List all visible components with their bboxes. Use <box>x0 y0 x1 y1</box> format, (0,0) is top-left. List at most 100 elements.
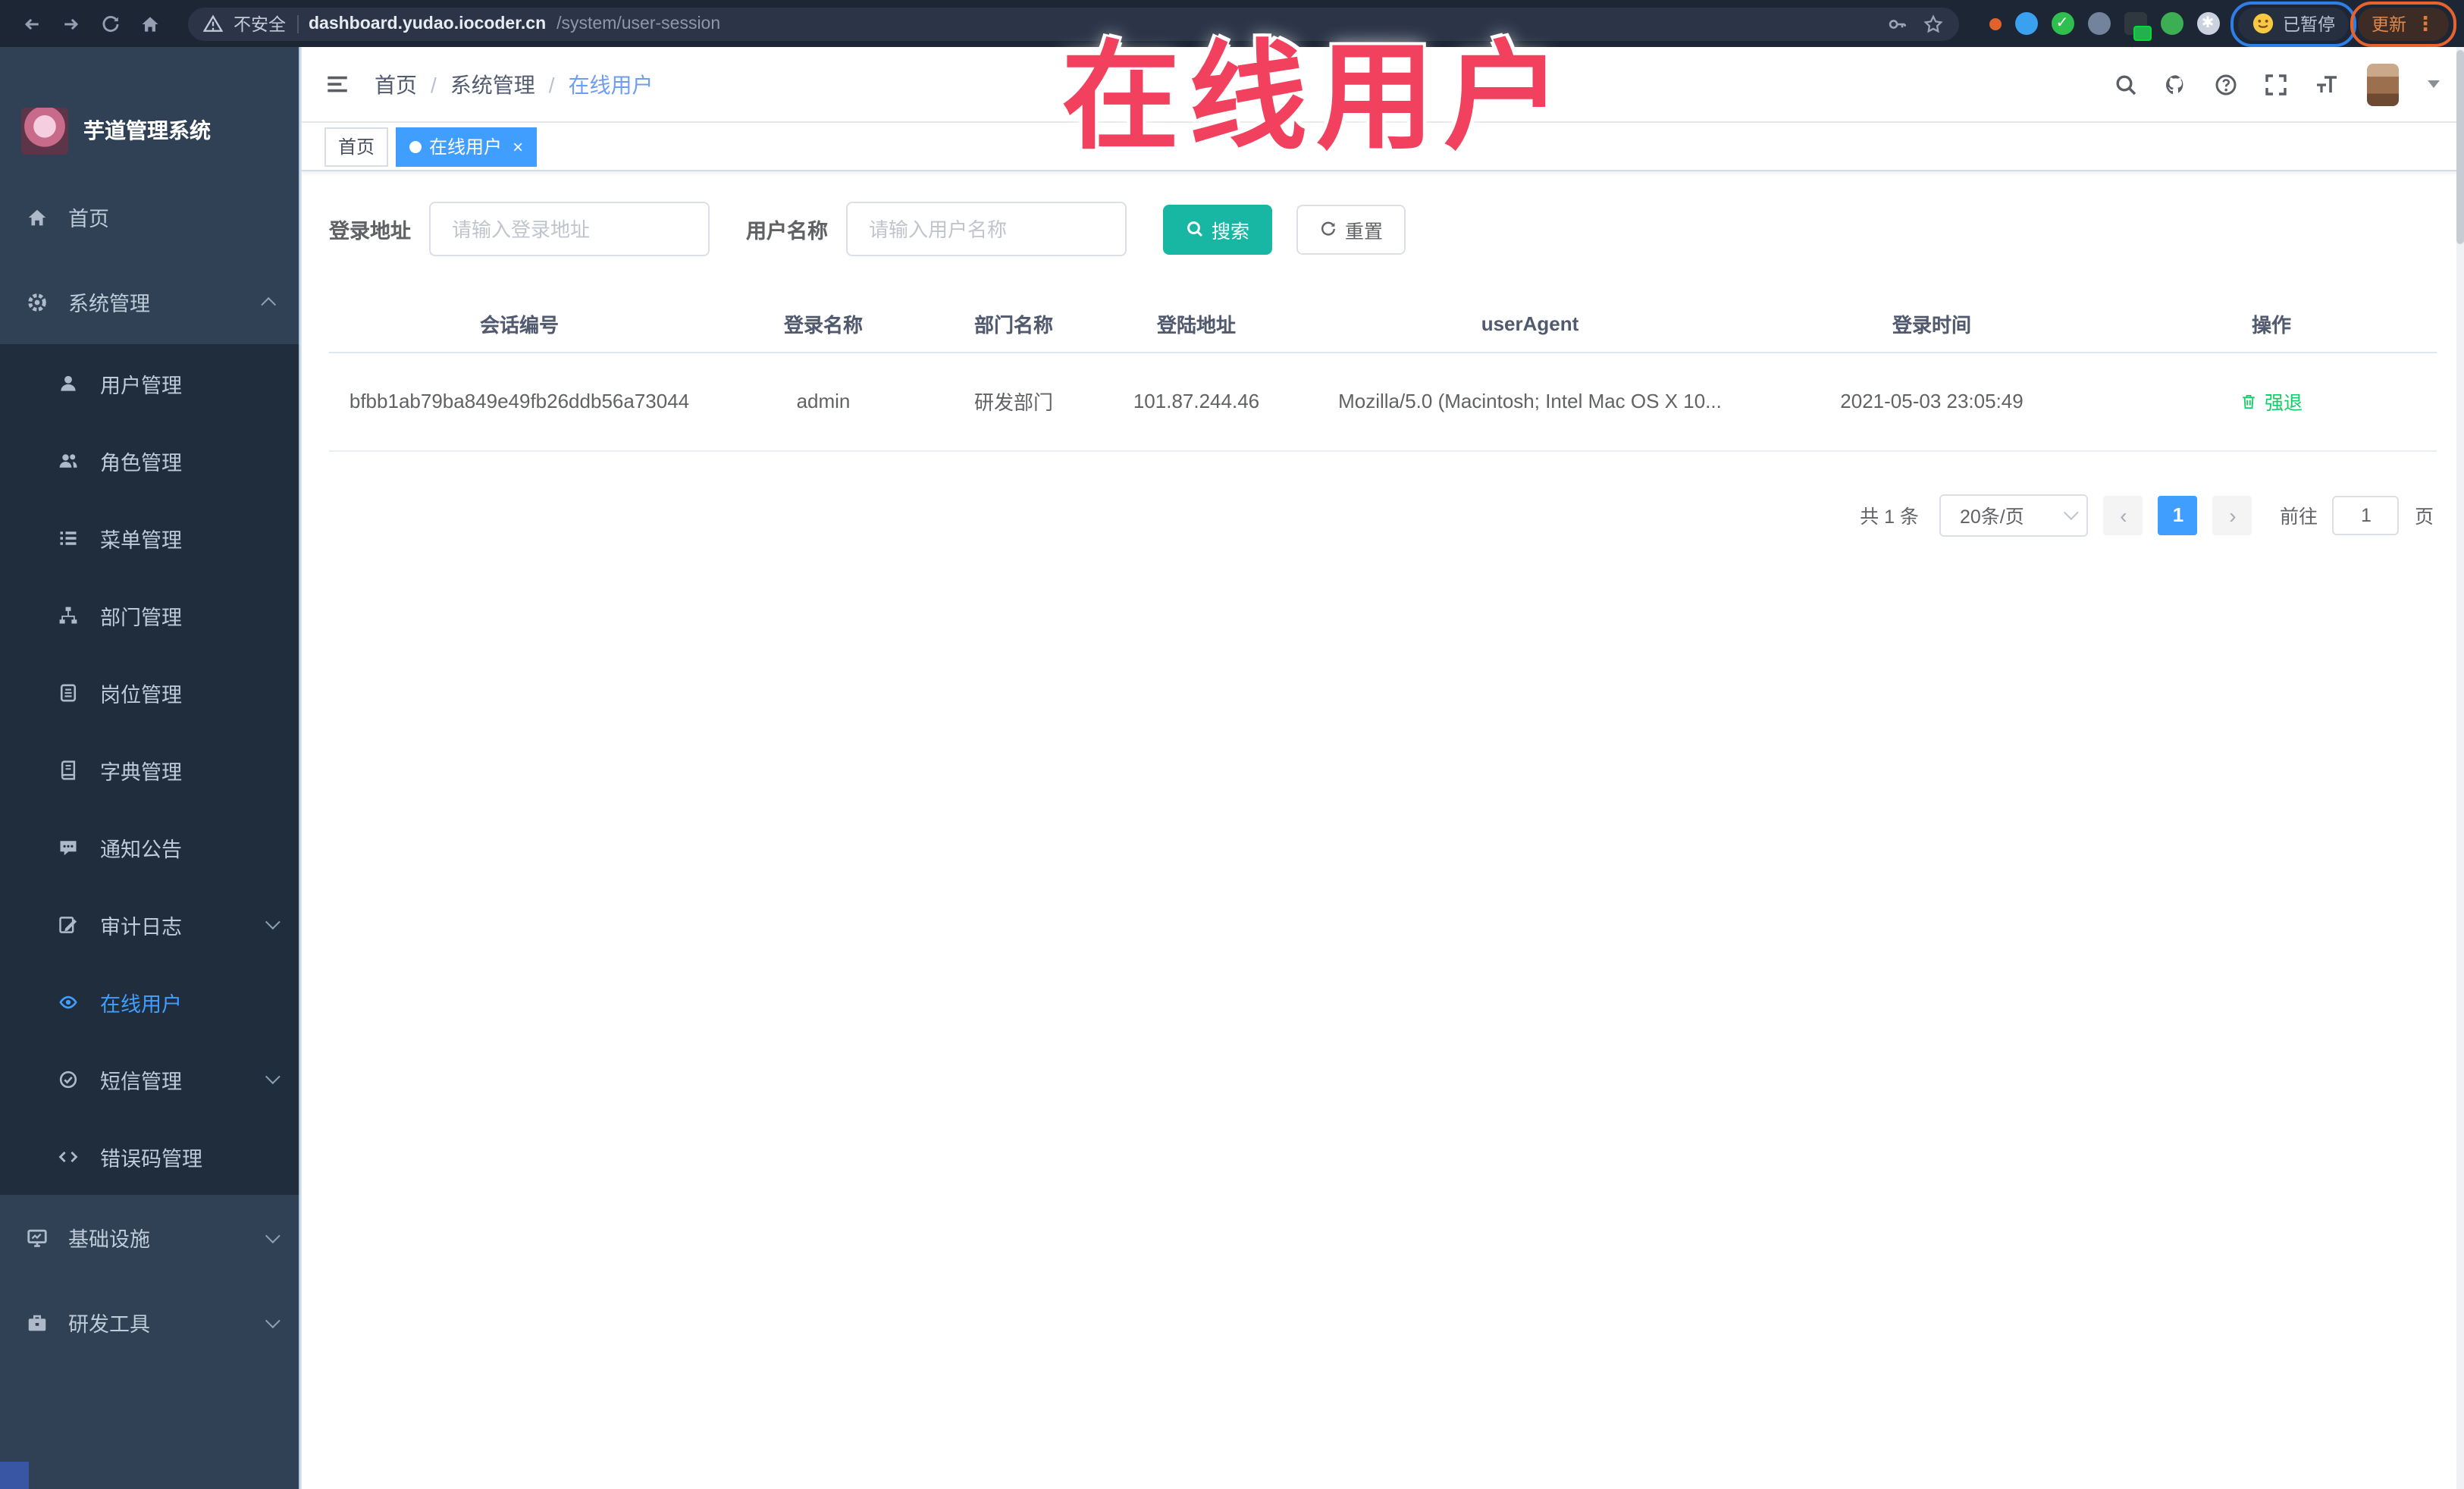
reset-button[interactable]: 重置 <box>1296 204 1406 254</box>
username-input[interactable] <box>846 202 1127 256</box>
search-filter-form: 登录地址 用户名称 搜索 重置 <box>329 202 2437 256</box>
bookmark-star-icon[interactable] <box>1922 13 1943 34</box>
gear-icon <box>24 290 49 313</box>
login-address-input[interactable] <box>429 202 710 256</box>
toolbox-icon <box>24 1311 49 1334</box>
avatar[interactable] <box>2367 63 2399 105</box>
page-size-value: 20条/页 <box>1959 506 2024 528</box>
close-icon[interactable]: × <box>513 137 523 155</box>
key-icon[interactable] <box>1886 13 1907 34</box>
sidebar-item-post-management[interactable]: 岗位管理 <box>0 654 300 731</box>
table-row: bfbb1ab79ba849e49fb26ddb56a73044 admin 研… <box>329 352 2437 451</box>
extension-ring-icon[interactable] <box>1989 17 2001 30</box>
sidebar-item-infrastructure[interactable]: 基础设施 <box>0 1195 300 1280</box>
search-button[interactable]: 搜索 <box>1163 204 1273 254</box>
pagination-total: 共 1 条 <box>1860 506 1919 528</box>
reload-icon[interactable] <box>94 7 127 40</box>
page-unit-label: 页 <box>2414 506 2434 528</box>
main-area: 首页 / 系统管理 / 在线用户 首页 在线用户 × 登录地址 请输入登录地址 … <box>300 47 2464 1489</box>
sidebar-item-label: 岗位管理 <box>100 683 182 706</box>
page-number-1[interactable]: 1 <box>2158 495 2198 534</box>
warning-icon <box>203 14 223 33</box>
omnibox-divider <box>296 14 298 33</box>
id-badge-icon <box>56 682 80 703</box>
home-browser-icon[interactable] <box>133 7 167 40</box>
page-size-select[interactable]: 20条/页 <box>1939 494 2089 536</box>
sidebar-item-department-management[interactable]: 部门管理 <box>0 576 300 654</box>
sidebar-item-label: 首页 <box>68 208 109 230</box>
extensions-row: ✓ ✱ <box>1989 12 2219 41</box>
sidebar-item-online-users[interactable]: 在线用户 <box>0 963 300 1040</box>
extension-check-icon[interactable]: ✓ <box>2051 12 2074 35</box>
hamburger-icon[interactable] <box>324 71 350 97</box>
sidebar-item-label: 部门管理 <box>100 606 182 629</box>
sms-check-icon <box>56 1068 80 1089</box>
extension-drop-icon[interactable] <box>2014 12 2037 35</box>
breadcrumb-system-management[interactable]: 系统管理 <box>450 69 535 99</box>
extensions-puzzle-icon[interactable]: ✱ <box>2196 12 2219 35</box>
sidebar-item-user-management[interactable]: 用户管理 <box>0 344 300 422</box>
sidebar-item-label: 错误码管理 <box>100 1147 202 1170</box>
cell-username: admin <box>710 352 937 451</box>
url-path: /system/user-session <box>556 14 721 33</box>
page: 不安全 dashboard.yudao.iocoder.cn/system/us… <box>0 0 2464 1489</box>
github-icon[interactable] <box>2164 72 2188 96</box>
font-size-icon[interactable] <box>2314 72 2341 96</box>
profile-chip[interactable]: 已暂停 <box>2237 7 2349 40</box>
app-logo-row[interactable]: 芋道管理系统 <box>0 47 300 174</box>
chrome-update-button[interactable]: 更新 ⋮ <box>2358 7 2449 40</box>
page-content: 登录地址 用户名称 搜索 重置 <box>300 171 2464 536</box>
sidebar-item-home[interactable]: 首页 <box>0 174 300 259</box>
sidebar-item-notice-announcement[interactable]: 通知公告 <box>0 808 300 886</box>
page-scrollbar[interactable] <box>2456 47 2464 1489</box>
column-header-user-agent: userAgent <box>1303 296 1757 353</box>
browser-menu-kebab-icon[interactable]: ⋮ <box>2415 14 2435 33</box>
breadcrumb-separator: / <box>548 72 555 96</box>
active-dot-icon <box>409 140 422 152</box>
browser-nav-buttons <box>15 7 167 40</box>
sidebar-item-dev-tools[interactable]: 研发工具 <box>0 1280 300 1365</box>
scrollbar-thumb[interactable] <box>2456 50 2464 244</box>
sidebar-item-system-management[interactable]: 系统管理 <box>0 259 300 344</box>
sidebar-item-sms-management[interactable]: 短信管理 <box>0 1040 300 1118</box>
force-logout-button[interactable]: 强退 <box>2240 387 2303 415</box>
sidebar-item-error-code-management[interactable]: 错误码管理 <box>0 1118 300 1195</box>
prev-page-button[interactable]: ‹ <box>2103 495 2143 534</box>
sidebar-item-role-management[interactable]: 角色管理 <box>0 422 300 499</box>
search-icon[interactable] <box>2114 72 2138 96</box>
fullscreen-icon[interactable] <box>2264 72 2288 96</box>
dictionary-book-icon <box>56 759 80 780</box>
sidebar-item-label: 短信管理 <box>100 1070 182 1092</box>
url-host: dashboard.yudao.iocoder.cn <box>309 14 547 33</box>
next-page-button[interactable]: › <box>2212 495 2252 534</box>
sidebar-item-menu-management[interactable]: 菜单管理 <box>0 499 300 576</box>
column-header-session-id: 会话编号 <box>329 296 710 353</box>
sidebar-item-label: 通知公告 <box>100 838 182 860</box>
extension-people-icon[interactable] <box>2087 12 2110 35</box>
goto-page-input[interactable] <box>2332 495 2400 534</box>
security-label[interactable]: 不安全 <box>234 11 286 36</box>
column-header-login-name: 登录名称 <box>710 296 937 353</box>
extension-on-badge-icon[interactable] <box>2124 12 2151 41</box>
sidebar-corner-chip <box>0 1462 29 1489</box>
forward-icon[interactable] <box>55 7 88 40</box>
breadcrumb-current: 在线用户 <box>568 72 654 96</box>
sidebar-item-dict-management[interactable]: 字典管理 <box>0 731 300 808</box>
username-label: 用户名称 <box>746 220 828 243</box>
audit-log-icon <box>56 914 80 935</box>
chevron-down-icon <box>265 1227 281 1243</box>
extension-glass-icon[interactable] <box>2160 12 2183 35</box>
chevron-down-icon[interactable] <box>2428 80 2440 88</box>
goto-label: 前往 <box>2279 506 2318 528</box>
back-icon[interactable] <box>15 7 49 40</box>
breadcrumb-home[interactable]: 首页 <box>375 69 417 99</box>
sessions-table: 会话编号 登录名称 部门名称 登陆地址 userAgent 登录时间 操作 bf… <box>329 296 2437 451</box>
help-icon[interactable] <box>2214 72 2238 96</box>
tag-online-users[interactable]: 在线用户 × <box>396 127 538 166</box>
app-title: 芋道管理系统 <box>83 118 211 143</box>
sidebar-item-audit-log[interactable]: 审计日志 <box>0 886 300 963</box>
tag-home[interactable]: 首页 <box>324 127 389 166</box>
tag-label: 在线用户 <box>429 136 503 158</box>
chevron-down-icon <box>2064 505 2080 521</box>
users-icon <box>56 450 80 471</box>
